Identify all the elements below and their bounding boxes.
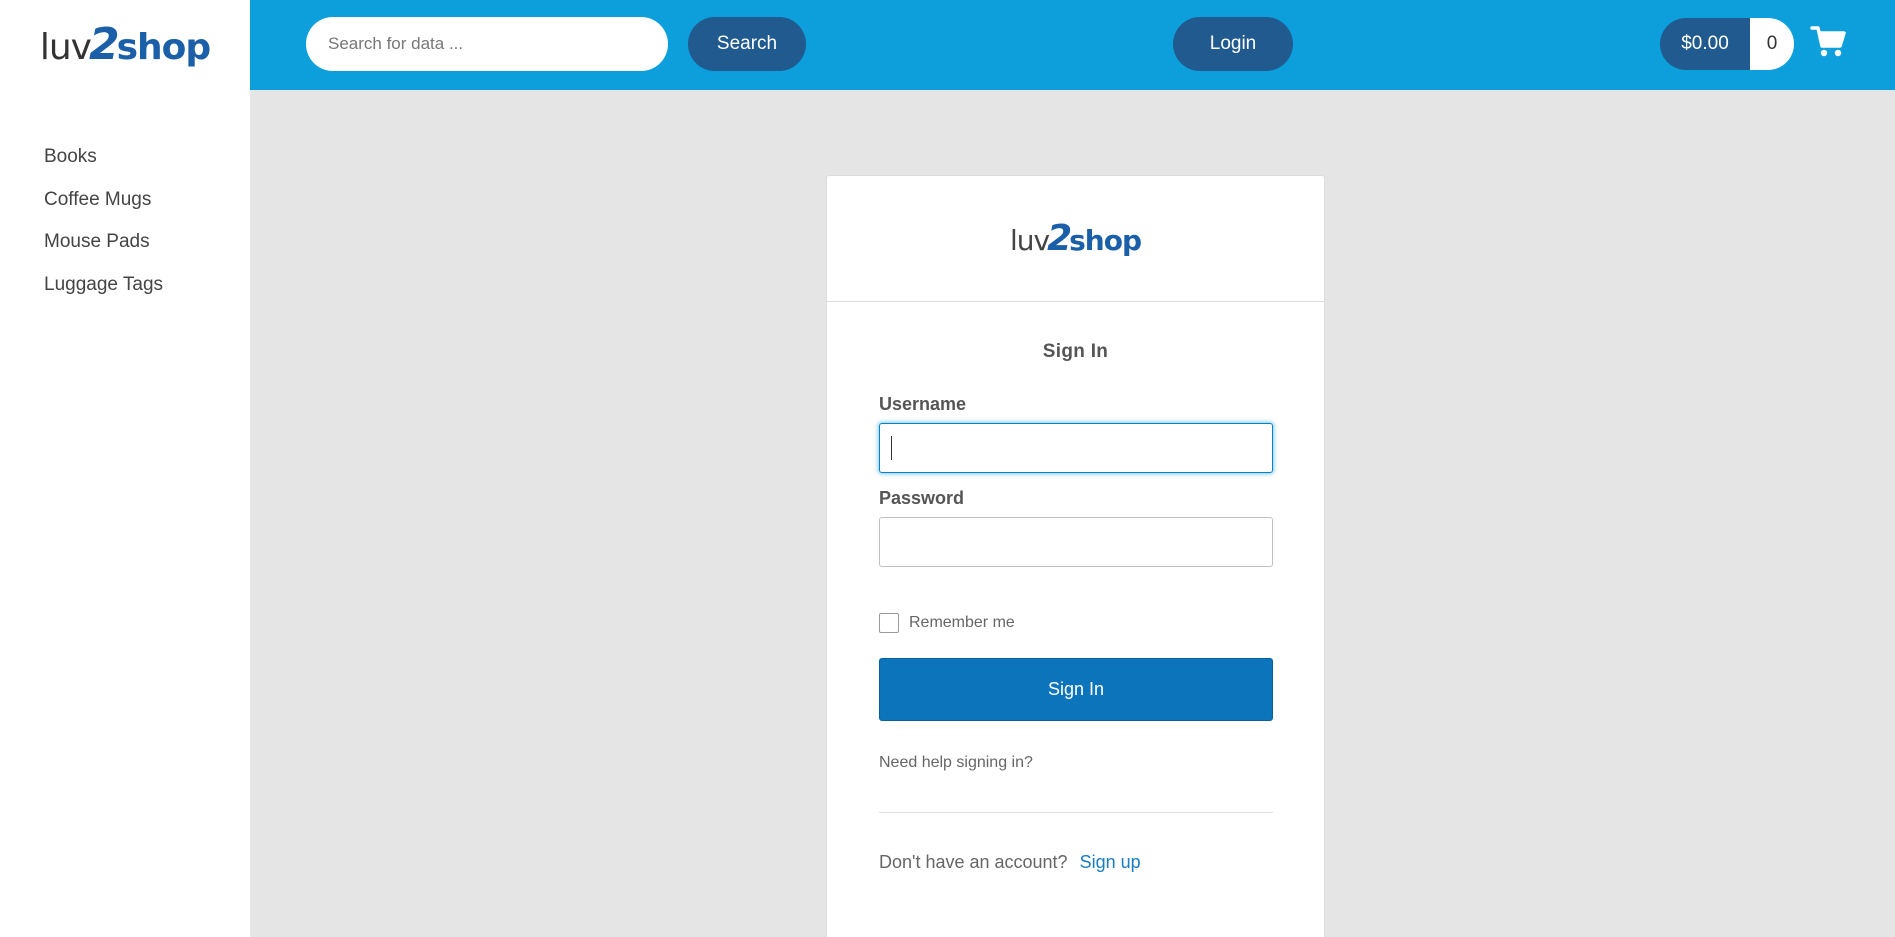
text-caret <box>891 436 892 460</box>
help-signing-in-link[interactable]: Need help signing in? <box>879 754 1033 772</box>
username-field[interactable] <box>879 423 1273 473</box>
card-logo: luv 2 shop <box>1009 218 1142 259</box>
password-label: Password <box>879 488 965 508</box>
sign-up-link[interactable]: Sign up <box>1080 852 1141 873</box>
sidebar-item-luggage-tags[interactable]: Luggage Tags <box>44 270 163 313</box>
brand-logo[interactable]: luv 2 shop <box>0 0 250 90</box>
cart-status[interactable]: $0.00 0 <box>1660 18 1794 70</box>
logo-text-two: 2 <box>88 19 120 70</box>
card-logo-two: 2 <box>1047 218 1072 259</box>
username-label: Username <box>879 394 967 414</box>
category-nav: Books Coffee Mugs Mouse Pads Luggage Tag… <box>44 142 163 312</box>
top-header: Search Login $0.00 0 <box>250 0 1895 90</box>
search-button[interactable]: Search <box>688 17 806 71</box>
logo-wordmark: luv 2 shop <box>39 19 212 70</box>
sign-in-button[interactable]: Sign In <box>879 658 1273 721</box>
signin-title: Sign In <box>1042 341 1109 362</box>
remember-me-checkbox[interactable] <box>879 613 899 633</box>
card-header: luv 2 shop <box>827 176 1324 302</box>
login-button[interactable]: Login <box>1173 17 1293 71</box>
remember-me-row: Remember me <box>879 613 1015 633</box>
shopping-cart-icon[interactable] <box>1810 24 1846 60</box>
signup-row: Don't have an account? Sign up <box>879 852 1141 873</box>
logo-text-luv: luv <box>39 27 92 68</box>
sidebar-item-coffee-mugs[interactable]: Coffee Mugs <box>44 185 163 228</box>
cart-count: 0 <box>1750 18 1794 70</box>
remember-me-label[interactable]: Remember me <box>909 614 1015 632</box>
cart-total: $0.00 <box>1660 18 1750 70</box>
password-field[interactable] <box>879 517 1273 567</box>
logo-text-shop: shop <box>116 27 212 68</box>
signup-prompt: Don't have an account? <box>879 852 1068 872</box>
divider <box>879 812 1273 813</box>
sidebar-item-mouse-pads[interactable]: Mouse Pads <box>44 227 163 270</box>
card-logo-luv: luv <box>1009 224 1050 257</box>
sidebar-item-books[interactable]: Books <box>44 142 163 185</box>
card-logo-shop: shop <box>1069 224 1142 257</box>
login-card: luv 2 shop Sign In Username Password Remem… <box>826 175 1325 937</box>
sidebar: luv 2 shop Books Coffee Mugs Mouse Pads Lu… <box>0 0 250 937</box>
search-input[interactable] <box>306 17 668 71</box>
